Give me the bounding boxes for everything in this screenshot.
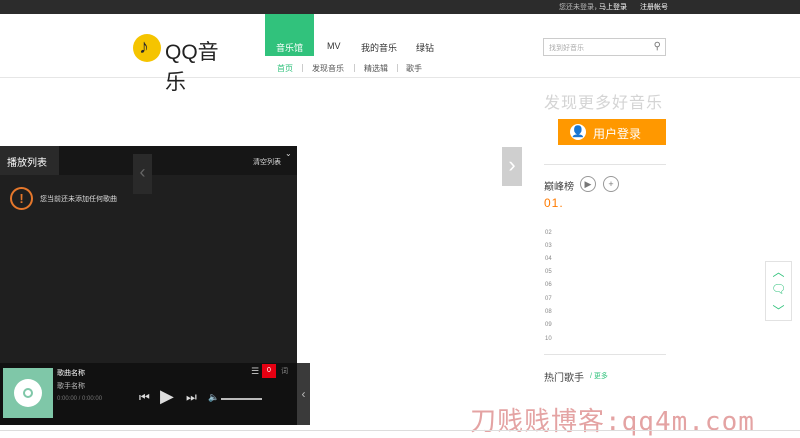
divider — [0, 430, 800, 431]
volume-icon[interactable]: 🔈 — [208, 392, 219, 403]
header: ♪ QQ音乐 音乐馆 MV 我的音乐 绿钻 首页 发现音乐 精选辑 歌手 找到好… — [0, 14, 800, 94]
slogan: 发现更多好音乐 — [544, 95, 664, 112]
add-icon[interactable]: + — [603, 176, 619, 192]
rank-number: 10 — [545, 336, 552, 342]
nav-green-diamond[interactable]: 绿钻 — [416, 41, 434, 54]
user-icon: 👤 — [570, 124, 586, 140]
logo-text: QQ音乐 — [165, 41, 219, 94]
user-login-label: 用户登录 — [593, 127, 642, 141]
music-note-icon: ♪ — [133, 34, 161, 62]
rank-number: 04 — [545, 256, 552, 262]
subnav-home[interactable]: 首页 — [277, 63, 293, 74]
lyric-button[interactable]: 词 — [281, 366, 288, 376]
nav-my-music[interactable]: 我的音乐 — [361, 41, 397, 54]
volume-slider[interactable] — [221, 398, 262, 400]
play-icon[interactable]: ▶ — [580, 176, 596, 192]
more-link[interactable]: / 更多 — [590, 371, 608, 381]
song-name: 歌曲名称 — [57, 370, 85, 377]
empty-message: 您当前还未添加任何歌曲 — [40, 196, 117, 203]
top-bar: 您还未登录， 马上登录 注册帐号 — [0, 0, 800, 14]
rank-number: 02 — [545, 230, 552, 236]
playlist-icon[interactable]: ☰ — [251, 366, 259, 377]
rank-number: 05 — [545, 269, 552, 275]
chevron-down-icon[interactable]: ﹀ — [766, 302, 791, 319]
subnav-discover[interactable]: 发现音乐 — [312, 63, 344, 74]
disc-icon — [14, 379, 42, 407]
rank-number: 08 — [545, 309, 552, 315]
playlist-count-badge: 0 — [262, 364, 276, 378]
subnav-albums[interactable]: 精选辑 — [364, 63, 388, 74]
rank-number: 07 — [545, 296, 552, 302]
logo[interactable]: ♪ QQ音乐 — [133, 34, 233, 94]
singer-name: 歌手名称 — [57, 383, 85, 390]
chevron-left-icon[interactable]: ‹ — [133, 154, 152, 194]
search-placeholder: 找到好音乐 — [549, 45, 584, 52]
play-icon[interactable]: ▶ — [160, 386, 174, 407]
rank-number: 03 — [545, 243, 552, 249]
nav-mv[interactable]: MV — [327, 41, 341, 51]
floating-toolbar: ︿ 🗨 ﹀ — [765, 261, 792, 321]
close-icon[interactable]: ⌄ — [285, 149, 292, 158]
login-link[interactable]: 马上登录 — [599, 2, 627, 12]
watermark: 刀贱贱博客:qq4m.com — [470, 407, 755, 437]
playlist-tab[interactable]: 播放列表 — [0, 146, 59, 175]
rank-number: 06 — [545, 282, 552, 288]
player-bar: 歌曲名称 歌手名称 0:00:00 / 0:00:00 ⏮ ▶ ⏭ 🔈 ☰ 0 … — [0, 363, 297, 425]
divider — [354, 64, 355, 72]
clear-list-button[interactable]: 清空列表 — [253, 157, 281, 167]
register-link[interactable]: 注册帐号 — [640, 2, 668, 12]
subnav-singers[interactable]: 歌手 — [406, 63, 422, 74]
peak-chart-title[interactable]: 巅峰榜 — [544, 178, 574, 193]
warning-icon: ! — [10, 187, 33, 210]
not-logged-text: 您还未登录， — [559, 4, 601, 11]
hot-singers-title: 热门歌手 — [544, 373, 584, 384]
playlist-panel: 播放列表 清空列表 ⌄ ‹ ! 您当前还未添加任何歌曲 — [0, 146, 297, 363]
divider — [397, 64, 398, 72]
feedback-icon[interactable]: 🗨 — [766, 282, 791, 296]
rank-number: 01. — [544, 196, 564, 210]
divider — [544, 164, 666, 165]
album-cover — [3, 368, 53, 418]
rank-number: 09 — [545, 322, 552, 328]
search-icon[interactable]: ⚲ — [654, 41, 661, 52]
user-login-button[interactable]: 👤 用户登录 — [558, 119, 666, 145]
next-icon[interactable]: ⏭ — [186, 390, 197, 405]
collapse-player-button[interactable]: ‹ — [297, 363, 310, 425]
divider — [302, 64, 303, 72]
chevron-up-icon[interactable]: ︿ — [766, 263, 791, 280]
previous-icon[interactable]: ⏮ — [139, 390, 150, 405]
play-time: 0:00:00 / 0:00:00 — [57, 396, 103, 402]
divider — [544, 354, 666, 355]
search-input[interactable]: 找到好音乐 ⚲ — [543, 38, 666, 56]
nav-music-hall[interactable]: 音乐馆 — [276, 41, 303, 54]
chevron-right-icon[interactable]: › — [502, 147, 522, 186]
